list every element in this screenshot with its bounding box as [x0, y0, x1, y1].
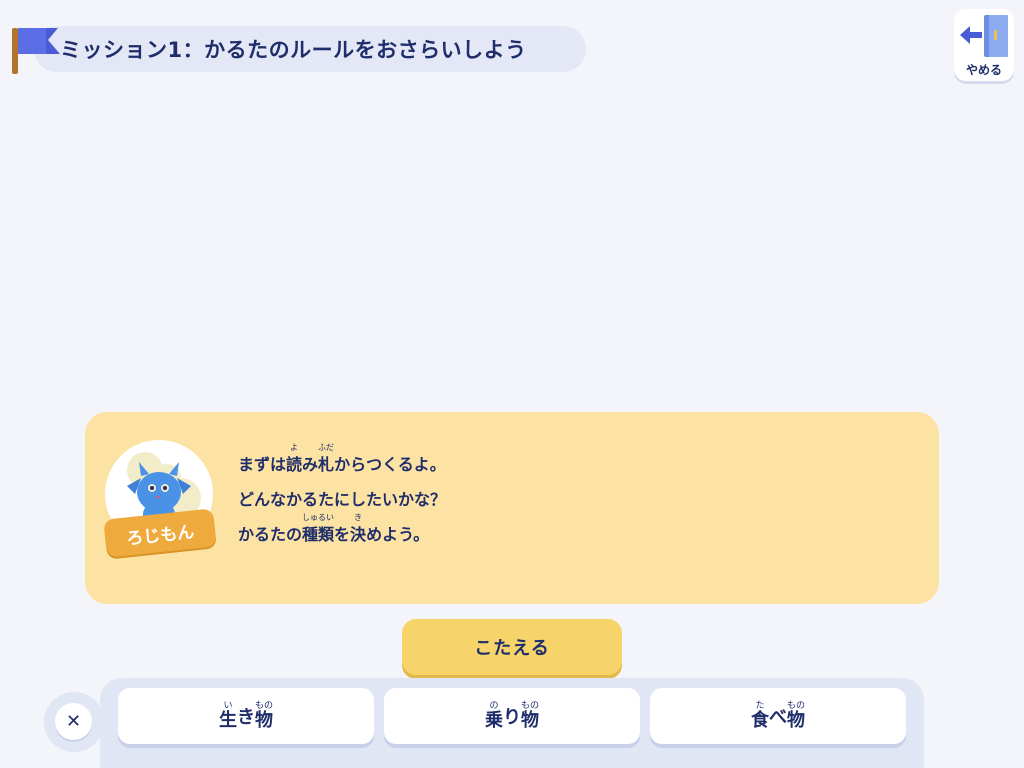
- dialog-line-2-text: どんなかるたにしたいかな？: [238, 490, 447, 509]
- quit-button[interactable]: やめる: [954, 9, 1014, 81]
- dialog-line-1: まずは 読よみ札ふだ からつくるよ。: [238, 440, 878, 475]
- dialog-line-3-pre: かるたの: [238, 525, 303, 544]
- dialog-line-1-pre: まずは: [238, 455, 287, 474]
- ruby-shurui: 種類しゅるい: [302, 513, 335, 544]
- flag-icon: [18, 28, 60, 54]
- dialog-box: ろじもん まずは 読よみ札ふだ からつくるよ。 どんなかるたにしたいかな？ かる…: [85, 412, 939, 604]
- choice-ikimono[interactable]: 生いき物もの: [118, 688, 374, 744]
- choice-tabemono[interactable]: 食たべ物もの: [650, 688, 906, 744]
- dialog-line-2: どんなかるたにしたいかな？: [238, 475, 878, 510]
- exit-door-icon: [960, 15, 1008, 57]
- mission-header: ミッション1：かるたのルールをおさらいしよう: [10, 24, 586, 74]
- ruby-wo: を: [334, 525, 351, 544]
- ruby-mi: み: [302, 455, 319, 474]
- mission-title: ミッション1：かるたのルールをおさらいしよう: [34, 26, 586, 72]
- answer-button[interactable]: こたえる: [402, 619, 622, 675]
- dialog-line-3-post: めよう。: [366, 525, 430, 544]
- dialog-line-3: かるたの 種類しゅるいを決き めよう。: [238, 510, 878, 545]
- dialog-text: まずは 読よみ札ふだ からつくるよ。 どんなかるたにしたいかな？ かるたの 種類…: [238, 440, 878, 545]
- ruby-ki: 決き: [350, 513, 367, 544]
- close-icon[interactable]: ✕: [55, 703, 92, 740]
- ruby-fuda: 札ふだ: [318, 443, 335, 474]
- ruby-yomi: 読よ: [286, 443, 303, 474]
- quit-label: やめる: [965, 63, 1002, 77]
- dialog-line-1-post: からつくるよ。: [334, 455, 446, 474]
- choice-norimono[interactable]: 乗のり物もの: [384, 688, 640, 744]
